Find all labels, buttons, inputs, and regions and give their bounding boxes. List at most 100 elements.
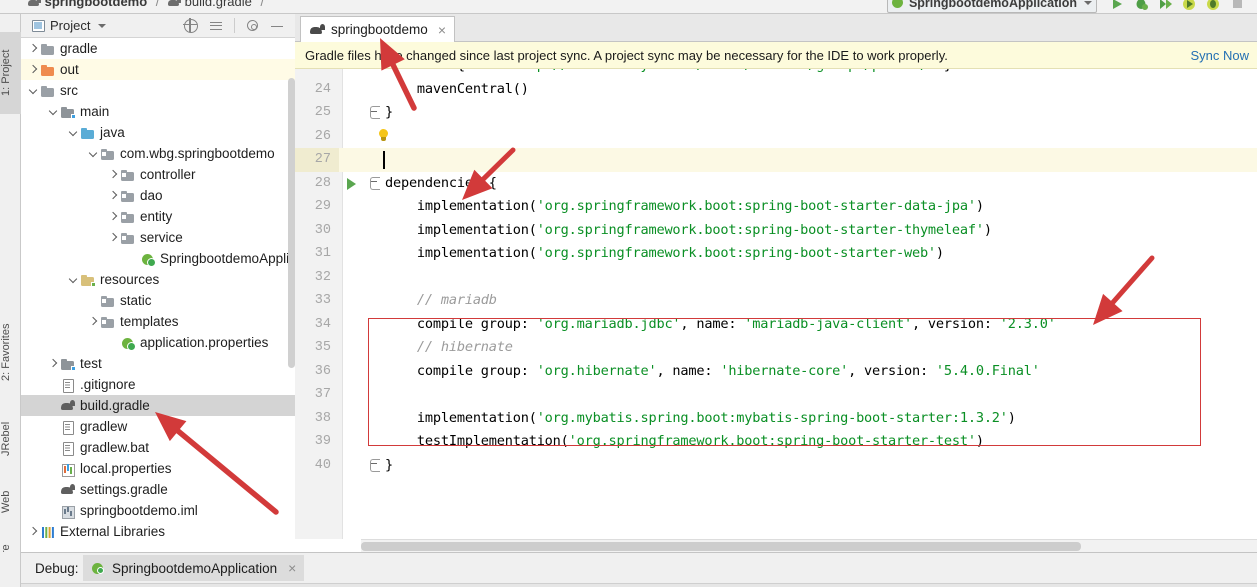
code-line[interactable]: 30 implementation('org.springframework.b… — [295, 219, 1257, 243]
debug-icon[interactable] — [1134, 0, 1149, 11]
tree-node-com-wbg-springbootdemo[interactable]: com.wbg.springbootdemo — [21, 143, 295, 164]
code-line[interactable]: 35 // hibernate — [295, 336, 1257, 360]
properties-file-icon — [60, 462, 76, 477]
code-editor[interactable]: 23 maven{ url 'http://maven.aliyun.com/n… — [295, 69, 1257, 539]
tree-node-application-properties[interactable]: application.properties — [21, 332, 295, 353]
chevron-right-icon[interactable] — [107, 168, 120, 181]
code-line[interactable]: 23 maven{ url 'http://maven.aliyun.com/n… — [295, 69, 1257, 78]
minimize-icon[interactable] — [270, 19, 284, 33]
chevron-down-icon[interactable] — [27, 84, 40, 97]
gear-icon[interactable] — [247, 20, 258, 31]
code-token: } — [385, 104, 393, 120]
chevron-down-icon[interactable] — [67, 126, 80, 139]
tree-node-java[interactable]: java — [21, 122, 295, 143]
collapse-all-icon[interactable] — [209, 19, 223, 33]
code-token: 'hibernate-core' — [720, 362, 849, 379]
locate-icon[interactable] — [183, 17, 198, 33]
code-fold-icon[interactable] — [369, 458, 381, 472]
code-line[interactable]: 38 implementation('org.mybatis.spring.bo… — [295, 407, 1257, 431]
code-line[interactable]: 25} — [295, 101, 1257, 125]
code-line[interactable]: 29 implementation('org.springframework.b… — [295, 195, 1257, 219]
tree-node-gradlew-bat[interactable]: gradlew.bat — [21, 437, 295, 458]
code-line[interactable]: 32 — [295, 266, 1257, 290]
editor-tab-build-gradle[interactable]: springbootdemo × — [300, 16, 456, 42]
code-line[interactable]: 27 — [295, 148, 1257, 172]
code-line[interactable]: 31 implementation('org.springframework.b… — [295, 242, 1257, 266]
code-line[interactable]: 36 compile group: 'org.hibernate', name:… — [295, 360, 1257, 384]
chevron-right-icon[interactable] — [27, 525, 40, 538]
tool-window-button-web[interactable]: Web — [0, 476, 21, 528]
tree-node-springbootdemoapplication[interactable]: SpringbootdemoApplication — [21, 248, 295, 269]
tree-node-build-gradle[interactable]: build.gradle — [21, 395, 295, 416]
code-line[interactable]: 26 — [295, 125, 1257, 149]
run-toolbar — [1110, 0, 1245, 11]
project-tree[interactable]: gradle out src main java com.wbg.springbootde… — [21, 38, 295, 552]
tree-node-templates[interactable]: templates — [21, 311, 295, 332]
code-line[interactable]: 34 compile group: 'org.mariadb.jdbc', na… — [295, 313, 1257, 337]
scrollbar-thumb[interactable] — [288, 78, 295, 368]
project-tool-window: Project gradle out src main java com.wbg.spri… — [21, 14, 295, 552]
breadcrumb-file[interactable]: build.gradle — [185, 0, 252, 9]
tree-node-resources[interactable]: resources — [21, 269, 295, 290]
code-line[interactable]: 40} — [295, 454, 1257, 478]
chevron-right-icon[interactable] — [107, 210, 120, 223]
tree-node-static[interactable]: static — [21, 290, 295, 311]
chevron-right-icon[interactable] — [107, 231, 120, 244]
tree-node-gradlew[interactable]: gradlew — [21, 416, 295, 437]
tree-node-local-properties[interactable]: local.properties — [21, 458, 295, 479]
project-panel-title[interactable]: Project — [25, 18, 107, 33]
chevron-down-icon[interactable] — [87, 147, 100, 160]
gradle-elephant-icon — [310, 24, 325, 36]
tool-window-button-2-favorites[interactable]: 2: Favorites — [0, 304, 21, 400]
run-configuration-selector[interactable]: SpringbootdemoApplication — [886, 0, 1097, 13]
tree-node-controller[interactable]: controller — [21, 164, 295, 185]
debug-tab-springbootdemoapplication[interactable]: SpringbootdemoApplication × — [83, 555, 305, 581]
tree-node-gradle[interactable]: gradle — [21, 38, 295, 59]
tree-node-gitignore[interactable]: .gitignore — [21, 374, 295, 395]
tree-node-test[interactable]: test — [21, 353, 295, 374]
code-line[interactable]: 24 mavenCentral() — [295, 78, 1257, 102]
jrebel-debug-icon[interactable] — [1206, 0, 1221, 11]
tree-node-src[interactable]: src — [21, 80, 295, 101]
editor-horizontal-scrollbar[interactable] — [361, 539, 1257, 552]
run-with-coverage-icon[interactable] — [1158, 0, 1173, 11]
tree-node-out[interactable]: out — [21, 59, 295, 80]
chevron-right-icon[interactable] — [87, 315, 100, 328]
chevron-right-icon[interactable] — [27, 63, 40, 76]
tree-node-dao[interactable]: dao — [21, 185, 295, 206]
code-line[interactable]: 37 — [295, 383, 1257, 407]
code-line[interactable]: 33 // mariadb — [295, 289, 1257, 313]
code-line[interactable]: 39 testImplementation('org.springframewo… — [295, 430, 1257, 454]
chevron-down-icon[interactable] — [67, 273, 80, 286]
code-fold-icon[interactable] — [369, 176, 381, 190]
tree-node-entity[interactable]: entity — [21, 206, 295, 227]
tree-node-external-libraries[interactable]: External Libraries — [21, 521, 295, 542]
tree-node-service[interactable]: service — [21, 227, 295, 248]
code-line[interactable]: 28 dependencies { — [295, 172, 1257, 196]
window-breadcrumb-strip: springbootdemo / build.gradle / Springbo… — [0, 0, 1257, 14]
tree-node-main[interactable]: main — [21, 101, 295, 122]
chevron-down-icon[interactable] — [47, 105, 60, 118]
close-icon[interactable]: × — [438, 23, 446, 37]
tree-node-settings-gradle[interactable]: settings.gradle — [21, 479, 295, 500]
tool-window-button-label: JRebel — [0, 421, 12, 457]
code-fold-icon[interactable] — [369, 106, 381, 119]
intention-bulb-icon[interactable] — [377, 128, 390, 143]
jrebel-run-icon[interactable] — [1182, 0, 1197, 11]
run-gutter-icon[interactable] — [347, 177, 356, 190]
chevron-right-icon[interactable] — [47, 357, 60, 370]
close-icon[interactable]: × — [288, 560, 296, 576]
stop-icon[interactable] — [1230, 0, 1245, 11]
chevron-right-icon[interactable] — [27, 42, 40, 55]
chevron-down-icon[interactable] — [98, 23, 107, 28]
gradle-elephant-icon-2 — [168, 0, 182, 7]
project-tree-scrollbar[interactable] — [287, 38, 295, 552]
sync-now-link[interactable]: Sync Now — [1190, 48, 1251, 63]
chevron-right-icon[interactable] — [107, 189, 120, 202]
tree-node-springbootdemo-iml[interactable]: springbootdemo.iml — [21, 500, 295, 521]
run-icon[interactable] — [1110, 0, 1125, 11]
tool-window-button-jrebel[interactable]: JRebel — [0, 406, 21, 472]
breadcrumb-project[interactable]: springbootdemo — [45, 0, 148, 9]
tool-window-button-1-project[interactable]: 1: Project — [0, 32, 21, 114]
scrollbar-thumb[interactable] — [361, 542, 1081, 551]
